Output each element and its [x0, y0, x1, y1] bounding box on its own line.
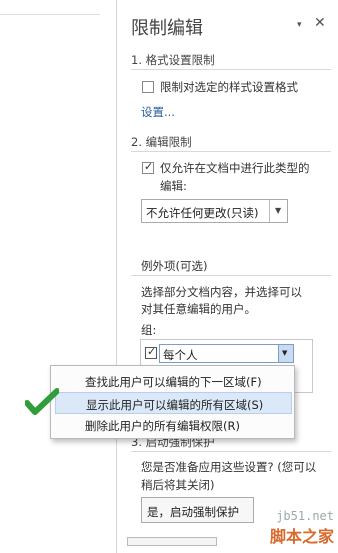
group-everyone-item[interactable]: 每个人 ▼: [159, 344, 294, 363]
exceptions-heading: 例外项(可选): [141, 259, 208, 273]
start-enforcing-button[interactable]: 是，启动强制保护: [141, 497, 254, 523]
document-ruler-line: [0, 14, 100, 15]
exceptions-desc-line2: 对其任意编辑的用户。: [141, 302, 256, 316]
green-check-icon: [25, 388, 59, 415]
editing-type-value: 不允许任何更改(只读): [146, 206, 259, 220]
watermark: jb51.net 脚本之家: [270, 509, 334, 547]
section-formatting-heading: 1. 格式设置限制: [131, 53, 215, 67]
start-enforcing-label: 是，启动强制保护: [147, 505, 239, 519]
close-icon[interactable]: ✕: [314, 15, 326, 31]
editing-restriction-label-line1: 仅允许在文档中进行此类型的: [160, 161, 310, 175]
section-divider: [131, 451, 331, 452]
menu-item-find-next-region[interactable]: 查找此用户可以编辑的下一区域(F): [55, 370, 292, 392]
editing-restriction-checkbox[interactable]: ✓: [142, 160, 154, 174]
checkmark-icon: ✓: [144, 160, 154, 173]
group-label: 组:: [141, 323, 157, 337]
pane-options-icon[interactable]: ▾: [297, 20, 302, 30]
enforce-question-line2: 稍后将其关闭): [141, 478, 215, 492]
context-menu: 查找此用户可以编辑的下一区域(F) 显示此用户可以编辑的所有区域(S) 删除此用…: [50, 365, 295, 439]
section-divider: [131, 151, 331, 152]
checkmark-icon: ✓: [147, 345, 157, 358]
editing-type-select[interactable]: 不允许任何更改(只读) ▼: [141, 199, 288, 223]
group-everyone-checkbox[interactable]: ✓: [145, 345, 157, 359]
section-divider: [131, 69, 331, 70]
pane-title: 限制编辑: [131, 18, 203, 39]
section-editing-heading: 2. 编辑限制: [131, 135, 192, 149]
format-restriction-label: 限制对选定的样式设置格式: [160, 80, 298, 94]
exceptions-desc-line1: 选择部分文档内容，并选择可以: [141, 285, 302, 299]
chevron-down-icon: ▼: [282, 349, 288, 357]
menu-item-label: 显示此用户可以编辑的所有区域(S): [86, 398, 264, 412]
section-divider: [131, 275, 331, 276]
group-everyone-label: 每个人: [163, 348, 198, 362]
enforce-question-line1: 您是否准备应用这些设置? (您可以: [141, 460, 317, 474]
horizontal-scrollbar[interactable]: [127, 537, 217, 546]
group-item-dropdown-button[interactable]: ▼: [278, 345, 293, 362]
format-restriction-checkbox[interactable]: [142, 81, 154, 93]
chevron-down-icon: ▼: [275, 206, 282, 215]
menu-item-label: 查找此用户可以编辑的下一区域(F): [85, 375, 262, 389]
document-area[interactable]: [0, 0, 117, 553]
menu-item-remove-permissions[interactable]: 删除此用户的所有编辑权限(R): [55, 414, 292, 436]
menu-item-label: 删除此用户的所有编辑权限(R): [85, 419, 240, 433]
menu-item-show-all-regions[interactable]: 显示此用户可以编辑的所有区域(S): [55, 392, 292, 414]
restrict-editing-pane: 限制编辑 ▾ ✕ 1. 格式设置限制 限制对选定的样式设置格式 设置... 2.…: [117, 0, 338, 553]
editing-type-dropdown-button[interactable]: ▼: [269, 200, 287, 222]
settings-link[interactable]: 设置...: [141, 104, 175, 120]
watermark-site: jb51.net: [276, 509, 334, 523]
editing-restriction-label-line2: 编辑:: [160, 179, 187, 193]
watermark-brand: 脚本之家: [269, 527, 334, 546]
